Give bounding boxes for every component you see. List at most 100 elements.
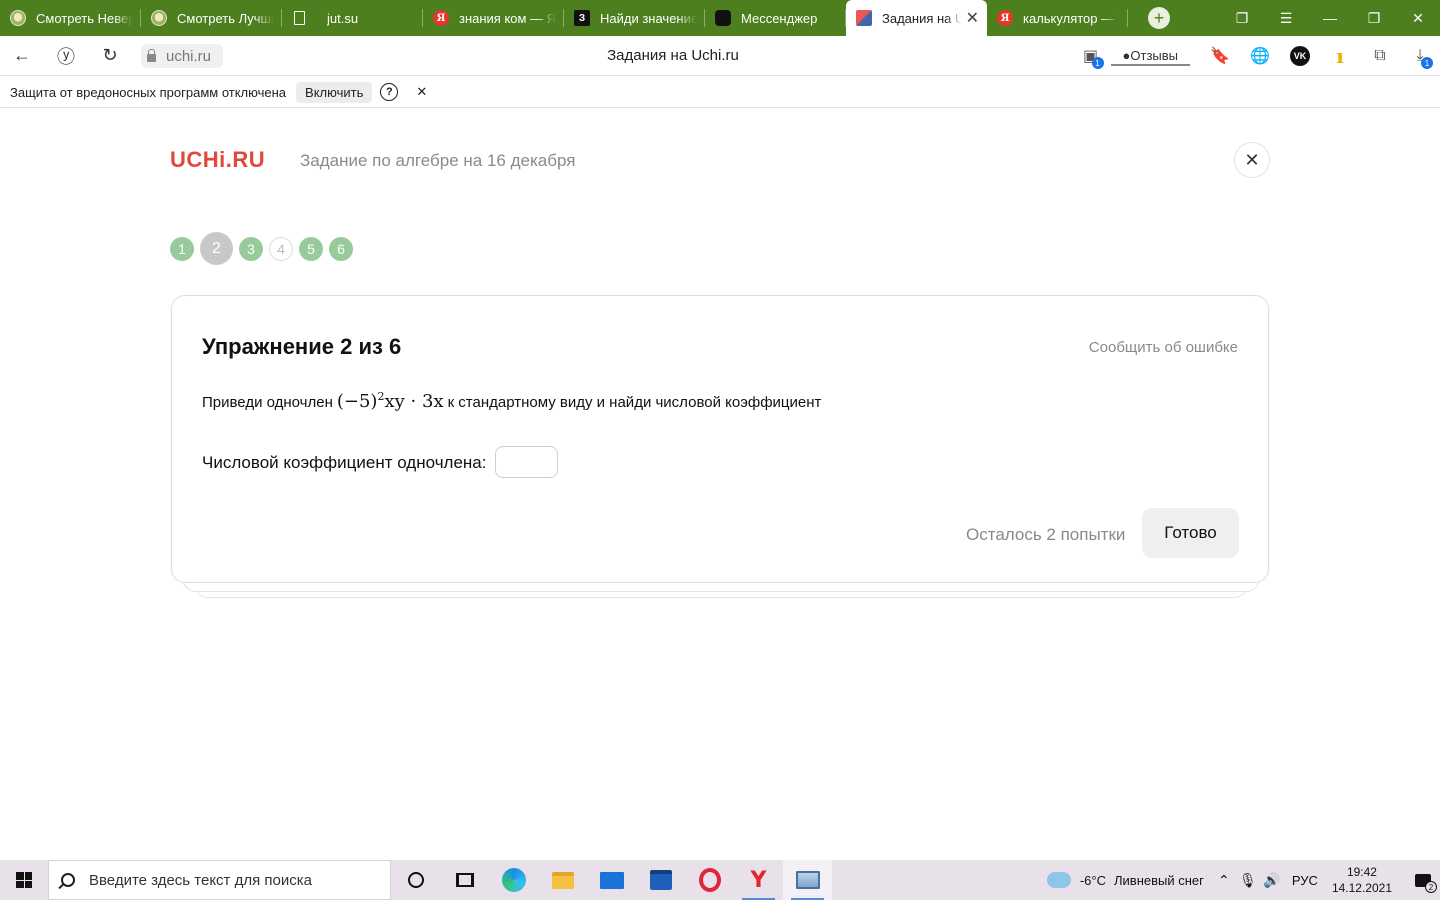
- microphone-icon[interactable]: 🎙: [1236, 872, 1260, 889]
- tab-title: калькулятор — Яндекс: [1023, 10, 1120, 26]
- mail-icon: [599, 871, 624, 889]
- task-title: Задание по алгебре на 16 декабря: [300, 151, 576, 170]
- globe-icon[interactable]: 🌐: [1240, 36, 1280, 76]
- exercise-title: Упражнение 2 из 6: [202, 334, 402, 359]
- yandex-browser-app[interactable]: Y: [734, 860, 783, 900]
- task-view-button[interactable]: [440, 860, 489, 900]
- browser-tab-active[interactable]: Задания на Uchi.ru ✕: [846, 0, 987, 36]
- browser-tab-strip: Смотреть Невероятные Смотреть Лучшие jut…: [0, 0, 1440, 36]
- menu-icon[interactable]: ☰: [1264, 0, 1308, 36]
- step-1[interactable]: 1: [170, 236, 194, 261]
- monomial-expression: (−5)2xy · 3x: [336, 390, 444, 412]
- vk-icon[interactable]: VK: [1280, 36, 1320, 76]
- cortana-icon: [407, 872, 424, 888]
- taskbar-search[interactable]: Введите здесь текст для поиска: [48, 860, 391, 900]
- language-indicator[interactable]: РУС: [1292, 873, 1318, 888]
- protection-message: Защита от вредоносных программ отключена: [10, 84, 287, 100]
- tab-count-badge: 1: [1091, 57, 1104, 69]
- cortana-button[interactable]: [391, 860, 440, 900]
- attempts-remaining: Осталось 2 попытки: [966, 525, 1126, 544]
- close-tab-icon[interactable]: ✕: [966, 8, 979, 28]
- tab-title: Смотреть Невероятные: [36, 10, 133, 26]
- step-2-current[interactable]: 2: [200, 232, 233, 265]
- step-4[interactable]: 4: [269, 236, 293, 261]
- tab-title: Смотреть Лучшие: [177, 10, 274, 26]
- start-button[interactable]: [0, 860, 48, 900]
- bookmark-icon[interactable]: 🔖: [1200, 36, 1240, 76]
- store-app[interactable]: [636, 860, 685, 900]
- film-icon: [151, 10, 167, 26]
- step-3[interactable]: 3: [239, 236, 263, 261]
- tab-title: Мессенджер: [741, 10, 818, 26]
- browser-tab[interactable]: jut.su: [282, 0, 423, 36]
- uchi-logo[interactable]: UCHi.RU: [170, 147, 265, 173]
- photos-app[interactable]: [783, 860, 832, 900]
- clock-date: 14.12.2021: [1331, 881, 1392, 895]
- protect-icon[interactable]: ▣ 1: [1071, 36, 1111, 76]
- minimize-icon[interactable]: —: [1308, 0, 1352, 36]
- notifications-button[interactable]: 2: [1406, 860, 1440, 900]
- photos-icon: [795, 871, 820, 889]
- restore-icon[interactable]: ❐: [1352, 0, 1396, 36]
- coefficient-label: Числовой коэффициент одночлена:: [202, 453, 487, 472]
- messenger-icon: [715, 10, 731, 26]
- exercise-steps: 1 2 3 4 5 6: [170, 232, 359, 265]
- weather-desc[interactable]: Ливневый снег: [1114, 873, 1204, 888]
- windows-taskbar: Введите здесь текст для поиска Y -6°C Ли…: [0, 860, 1440, 900]
- browser-toolbar: ▣ 1 ● Отзывы 🔖 🌐 VK ı ⧉ ⤓ 1: [1071, 36, 1440, 76]
- mail-app[interactable]: [587, 860, 636, 900]
- browser-tab[interactable]: Мессенджер: [705, 0, 846, 36]
- close-icon[interactable]: ✕: [416, 84, 427, 100]
- protection-warning-bar: Защита от вредоносных программ отключена…: [0, 77, 1440, 108]
- windows-icon: [16, 872, 32, 888]
- weather-temp[interactable]: -6°C: [1080, 873, 1106, 888]
- document-icon: [294, 11, 305, 25]
- znanija-icon: З: [574, 10, 590, 26]
- close-window-icon[interactable]: ✕: [1396, 0, 1440, 36]
- collections-icon[interactable]: ⧉: [1360, 36, 1400, 76]
- opera-app[interactable]: [685, 860, 734, 900]
- step-5[interactable]: 5: [299, 236, 323, 261]
- clock[interactable]: 19:42 14.12.2021: [1332, 864, 1392, 896]
- exercise-card: Упражнение 2 из 6 Сообщить об ошибке При…: [171, 295, 1269, 583]
- edge-app[interactable]: [489, 860, 538, 900]
- film-icon: [10, 10, 26, 26]
- browser-tab[interactable]: Я калькулятор — Яндекс: [987, 0, 1128, 36]
- tabs-list-icon[interactable]: ❐: [1220, 0, 1264, 36]
- notifications-count: 2: [1425, 881, 1437, 893]
- new-tab-button[interactable]: +: [1148, 7, 1170, 29]
- chevron-up-icon[interactable]: ⌃: [1212, 872, 1236, 889]
- downloads-icon[interactable]: ⤓ 1: [1400, 36, 1440, 76]
- address-bar: ← ⓨ ↻ uchi.ru Задания на Uchi.ru ▣ 1 ● От…: [0, 36, 1440, 76]
- reviews-label: Отзывы: [1130, 47, 1178, 63]
- uchi-icon: [856, 10, 872, 26]
- enable-protection-button[interactable]: Включить: [296, 81, 373, 103]
- report-error-link[interactable]: Сообщить об ошибке: [1089, 339, 1238, 356]
- explorer-app[interactable]: [538, 860, 587, 900]
- browser-tab[interactable]: Смотреть Лучшие: [141, 0, 282, 36]
- tab-title: Найди значение: [600, 10, 697, 26]
- yandex-zen-icon[interactable]: ı: [1320, 36, 1360, 76]
- window-controls: ❐ ☰ — ❐ ✕: [1220, 0, 1440, 36]
- volume-icon[interactable]: 🔊: [1260, 872, 1284, 889]
- folder-icon: [551, 871, 574, 889]
- weather-snow-icon[interactable]: [1046, 872, 1071, 888]
- task-view-icon: [455, 873, 474, 887]
- step-6[interactable]: 6: [329, 236, 353, 261]
- help-icon[interactable]: ?: [380, 83, 399, 101]
- browser-tab[interactable]: З Найди значение: [564, 0, 705, 36]
- browser-tab[interactable]: Я знания ком — Яндекс: [423, 0, 564, 36]
- system-tray: -6°C Ливневый снег ⌃ 🎙 🔊 РУС 19:42 14.12…: [1046, 860, 1440, 900]
- close-task-button[interactable]: ✕: [1234, 142, 1270, 178]
- tab-title: Задания на Uchi.ru: [882, 10, 962, 26]
- yandex-icon: Я: [433, 10, 449, 26]
- store-icon: [649, 870, 672, 890]
- coefficient-input[interactable]: [495, 446, 558, 478]
- edge-icon: [501, 868, 526, 892]
- downloads-badge: 1: [1421, 57, 1433, 69]
- browser-tab[interactable]: Смотреть Невероятные: [0, 0, 141, 36]
- reviews-button[interactable]: ● Отзывы: [1110, 46, 1190, 66]
- search-icon: [61, 873, 75, 887]
- task-statement: Приведи одночлен (−5)2xy · 3x к стандарт…: [202, 390, 821, 412]
- done-button[interactable]: Готово: [1142, 508, 1239, 558]
